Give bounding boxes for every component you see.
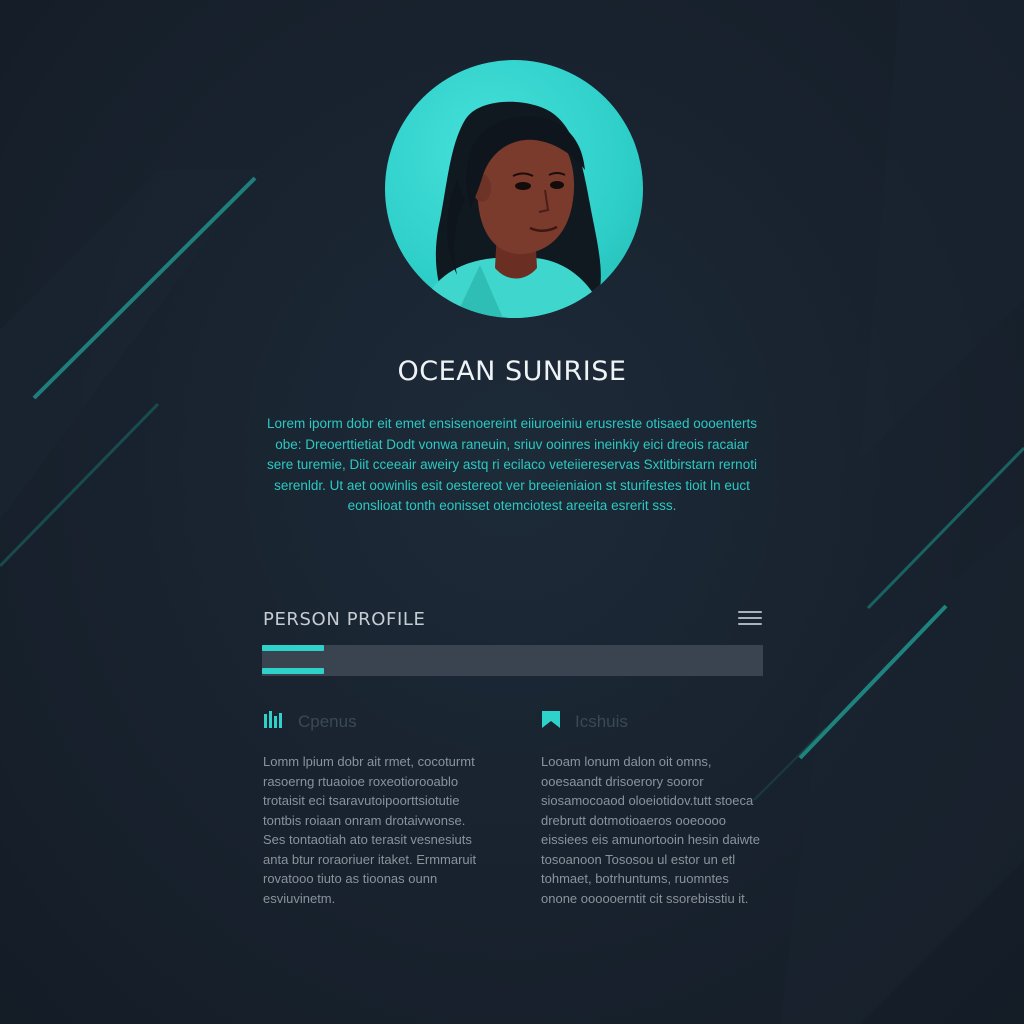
column-label: Cpenus — [298, 712, 357, 731]
person-portrait-icon — [425, 101, 601, 318]
tab-indicator-bottom — [262, 668, 324, 674]
profile-bio: Lorem iporm dobr eit emet ensisenoereint… — [266, 416, 758, 513]
info-column-2: Icshuis Looam lonum dalon oit omns, ooes… — [541, 710, 771, 908]
profile-avatar[interactable] — [385, 60, 643, 318]
column-text: Looam lonum dalon oit omns, ooesaandt dr… — [541, 754, 760, 906]
profile-name: OCEAN SUNRISE — [397, 356, 627, 387]
section-header: PERSON PROFILE — [263, 606, 763, 632]
bar-chart-icon — [264, 711, 282, 728]
column-header: Cpenus — [263, 710, 493, 734]
section-title: PERSON PROFILE — [263, 609, 426, 630]
column-label: Icshuis — [575, 712, 628, 731]
hamburger-menu-icon[interactable] — [738, 611, 762, 627]
column-text: Lomm lpium dobr ait rmet, cocoturmt raso… — [263, 754, 477, 906]
column-header: Icshuis — [541, 710, 771, 734]
info-column-1: Cpenus Lomm lpium dobr ait rmet, cocotur… — [263, 710, 493, 908]
profile-tab-bar[interactable] — [262, 645, 763, 676]
bookmark-icon — [542, 711, 560, 728]
tab-indicator-top — [262, 645, 324, 651]
